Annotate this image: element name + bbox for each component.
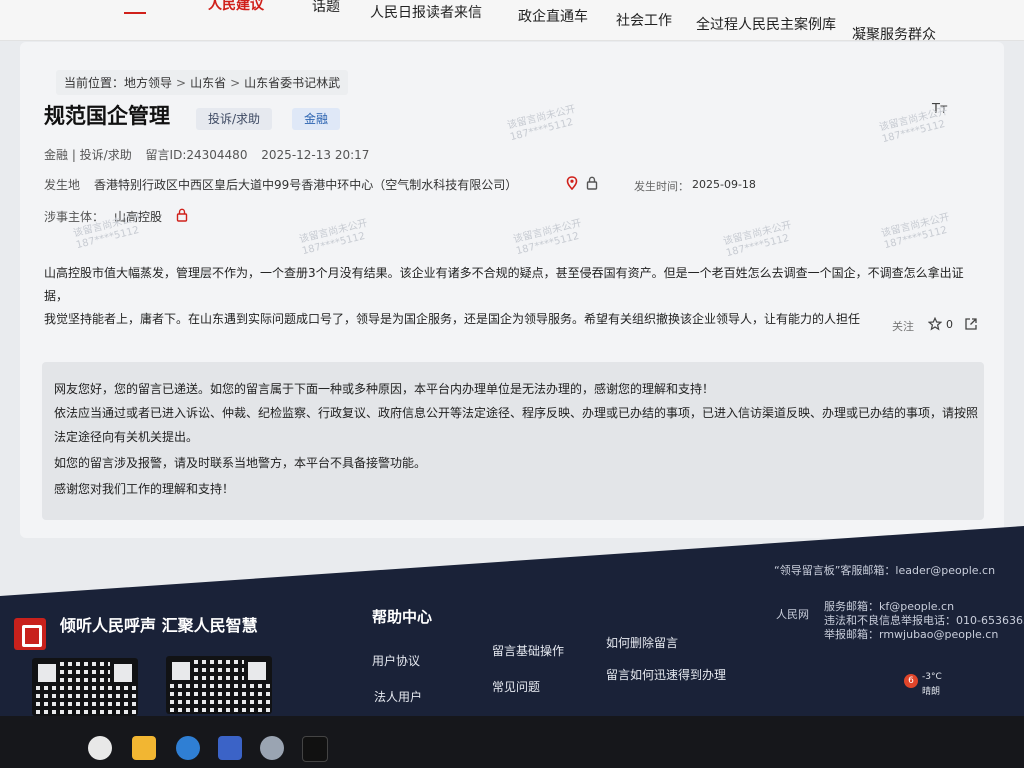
notice-line: 依法应当通过或者已进入诉讼、仲裁、纪检监察、行政复议、政府信息公开等法定途径、程…: [54, 406, 979, 420]
meta-id: 留言ID:24304480: [145, 148, 248, 162]
watermark: 该留言尚未公开 187****5112: [298, 217, 369, 258]
help-center-title: 帮助中心: [372, 608, 433, 626]
meta-category: 金融 | 投诉/求助: [44, 148, 132, 162]
breadcrumb-item[interactable]: 山东省委书记林武: [244, 76, 340, 90]
breadcrumb-item[interactable]: 山东省: [190, 76, 226, 90]
report-email[interactable]: 举报邮箱：rmwjubao@people.cn: [824, 626, 998, 642]
watermark: 该留言尚未公开 187****5112: [512, 217, 583, 258]
site-logo-icon: [14, 618, 46, 650]
nav-item-serve-people[interactable]: 凝聚服务群众: [852, 24, 936, 44]
taskbar: [0, 716, 1024, 768]
qr-code: [166, 656, 272, 714]
nav-item-topic[interactable]: 话题: [312, 0, 340, 16]
qr-code: [32, 658, 138, 716]
link-basic-operation[interactable]: 留言基础操作: [492, 642, 564, 659]
notice-line: 如您的留言涉及报警，请及时联系当地警方，本平台不具备接警功能。: [54, 456, 427, 470]
nav-item-social-work[interactable]: 社会工作: [616, 10, 672, 30]
app-icon[interactable]: [260, 736, 284, 760]
file-explorer-icon[interactable]: [132, 736, 156, 760]
star-icon[interactable]: [928, 317, 942, 331]
follow-button[interactable]: 关注: [892, 318, 914, 334]
watermark: 该留言尚未公开 187****5112: [506, 103, 577, 144]
breadcrumb: 当前位置：地方领导 > 山东省 > 山东省委书记林武: [56, 70, 349, 95]
watermark: 该留言尚未公开 187****5112: [880, 211, 951, 252]
breadcrumb-item[interactable]: 地方领导: [124, 76, 172, 90]
message-content: 山高控股市值大幅蒸发，管理层不作为，一个查册3个月没有结果。该企业有诸多不合规的…: [44, 262, 980, 331]
page-title: 规范国企管理: [44, 104, 170, 128]
weather-temp: -3°C: [922, 672, 942, 682]
occur-time-label: 发生时间：: [634, 180, 689, 193]
top-nav: 人民建议 话题 人民日报读者来信 政企直通车 社会工作 全过程人民民主案例库 凝…: [0, 0, 1024, 44]
tag-complaint[interactable]: 投诉/求助: [196, 108, 273, 130]
watermark: 该留言尚未公开 187****5112: [722, 219, 793, 260]
weather-badge: 6: [904, 674, 918, 688]
message-meta: 金融 | 投诉/求助 留言ID:24304480 2025-12-13 20:1…: [44, 146, 379, 163]
tiktok-icon[interactable]: [302, 736, 328, 762]
meta-datetime: 2025-12-13 20:17: [261, 148, 370, 162]
like-count: 0: [946, 318, 953, 331]
link-delete-message[interactable]: 如何删除留言: [606, 634, 678, 651]
share-icon[interactable]: [964, 317, 978, 331]
content-line: 山高控股市值大幅蒸发，管理层不作为，一个查册3个月没有结果。该企业有诸多不合规的…: [44, 266, 964, 303]
tag-finance[interactable]: 金融: [292, 108, 341, 130]
footer-slogan: 倾听人民呼声 汇聚人民智慧: [60, 616, 258, 635]
link-user-agreement[interactable]: 用户协议: [372, 652, 420, 669]
content-line: 我觉坚持能者上，庸者下。在山东遇到实际问题成口号了，领导是为国企服务，还是国企为…: [44, 312, 861, 326]
link-corporate-user[interactable]: 法人用户: [374, 688, 422, 705]
link-faq[interactable]: 常见问题: [492, 678, 540, 695]
nav-item-enterprise-channel[interactable]: 政企直通车: [518, 6, 588, 26]
weather-condition: 晴朗: [922, 687, 941, 697]
message-card: 当前位置：地方领导 > 山东省 > 山东省委书记林武 规范国企管理 投诉/求助 金融 T…: [20, 42, 1004, 538]
map-pin-icon[interactable]: [566, 176, 578, 190]
location-label: 发生地: [44, 178, 81, 192]
notice-line: 法定途径向有关机关提出。: [54, 430, 199, 444]
contact-board-email[interactable]: “领导留言板”客服邮箱：leader@people.cn: [774, 562, 995, 578]
breadcrumb-separator: >: [230, 76, 241, 90]
watermark: 该留言尚未公开 187****5112: [878, 105, 949, 146]
location-row: 发生地 香港特别行政区中西区皇后大道中99号香港中环中心（空气制水科技有限公司）: [44, 176, 517, 193]
notice-line: 感谢您对我们工作的理解和支持！: [54, 482, 235, 496]
breadcrumb-prefix: 当前位置：: [64, 76, 125, 90]
notice-box: 网友您好，您的留言已递送。如您的留言属于下面一种或多种原因，本平台内办理单位是无…: [42, 362, 984, 520]
active-tab-indicator: [124, 12, 146, 14]
site-name[interactable]: 人民网: [776, 606, 809, 622]
edge-browser-icon[interactable]: [176, 736, 200, 760]
link-fast-handling[interactable]: 留言如何迅速得到办理: [606, 666, 726, 683]
location-value: 香港特别行政区中西区皇后大道中99号香港中环中心（空气制水科技有限公司）: [94, 178, 518, 192]
nav-item-people-suggestion[interactable]: 人民建议: [208, 0, 264, 14]
occur-time-value: 2025-09-18: [692, 178, 756, 191]
lock-icon: [176, 208, 188, 222]
nav-item-readers-letters[interactable]: 人民日报读者来信: [370, 2, 482, 22]
store-icon[interactable]: [218, 736, 242, 760]
lock-icon: [586, 176, 598, 190]
app-icon[interactable]: [88, 736, 112, 760]
site-footer: “领导留言板”客服邮箱：leader@people.cn 人民网 服务邮箱：kf…: [0, 526, 1024, 716]
nav-item-democracy-cases[interactable]: 全过程人民民主案例库: [696, 14, 836, 34]
notice-line: 网友您好，您的留言已递送。如您的留言属于下面一种或多种原因，本平台内办理单位是无…: [54, 382, 715, 396]
breadcrumb-separator: >: [176, 76, 187, 90]
